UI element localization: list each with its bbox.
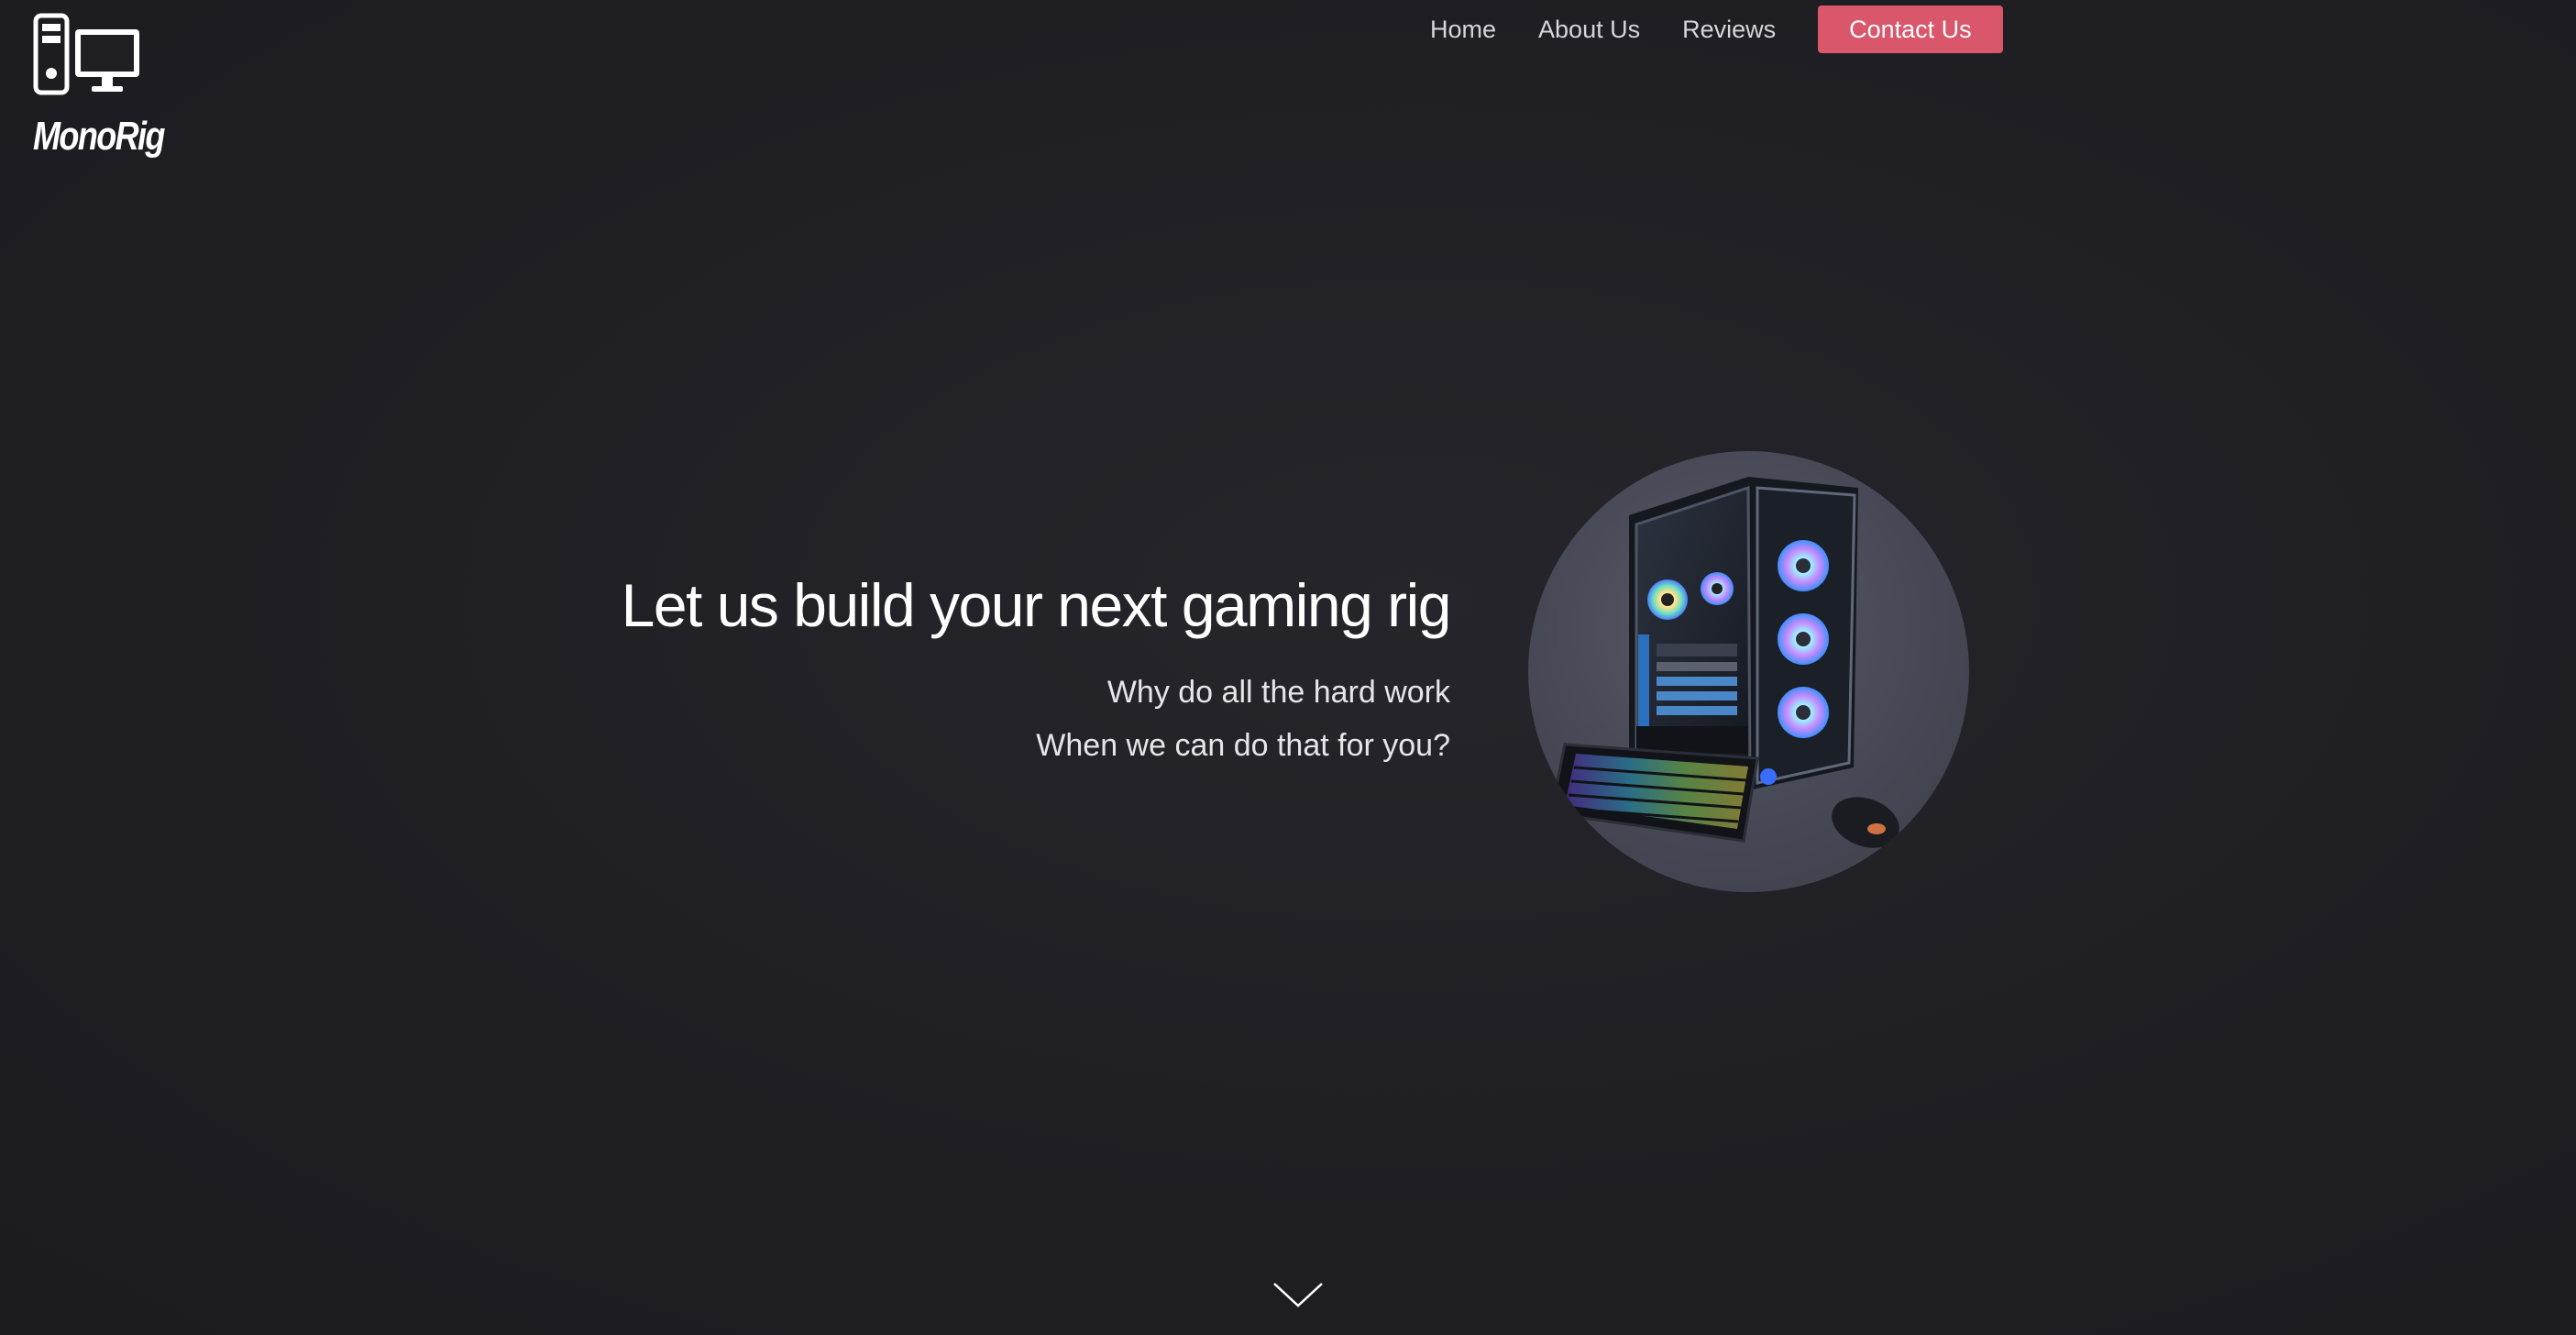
- landing-page: MonoRig Home About Us Reviews Contact Us…: [0, 0, 2576, 1335]
- hero-title: Let us build your next gaming rig: [621, 571, 1452, 639]
- scroll-down-button[interactable]: [1271, 1280, 1325, 1311]
- nav-link-reviews[interactable]: Reviews: [1682, 16, 1776, 44]
- chevron-down-icon: [1273, 1283, 1323, 1307]
- computer-tower-monitor-icon: [33, 13, 139, 95]
- brand-name: MonoRig: [33, 114, 165, 159]
- hero-subtitle-line-2: When we can do that for you?: [1036, 728, 1450, 763]
- nav-link-about-us[interactable]: About Us: [1538, 16, 1640, 44]
- hero-subtitle-line-1: Why do all the hard work: [1106, 675, 1450, 710]
- main-nav: Home About Us Reviews Contact Us: [1430, 6, 2003, 53]
- hero-text-block: Let us build your next gaming rig Why do…: [621, 570, 1452, 772]
- nav-link-home[interactable]: Home: [1430, 16, 1496, 44]
- gaming-pc-setup-image: [1528, 451, 1969, 892]
- brand-logo[interactable]: MonoRig: [33, 13, 165, 169]
- contact-us-button[interactable]: Contact Us: [1818, 6, 2003, 53]
